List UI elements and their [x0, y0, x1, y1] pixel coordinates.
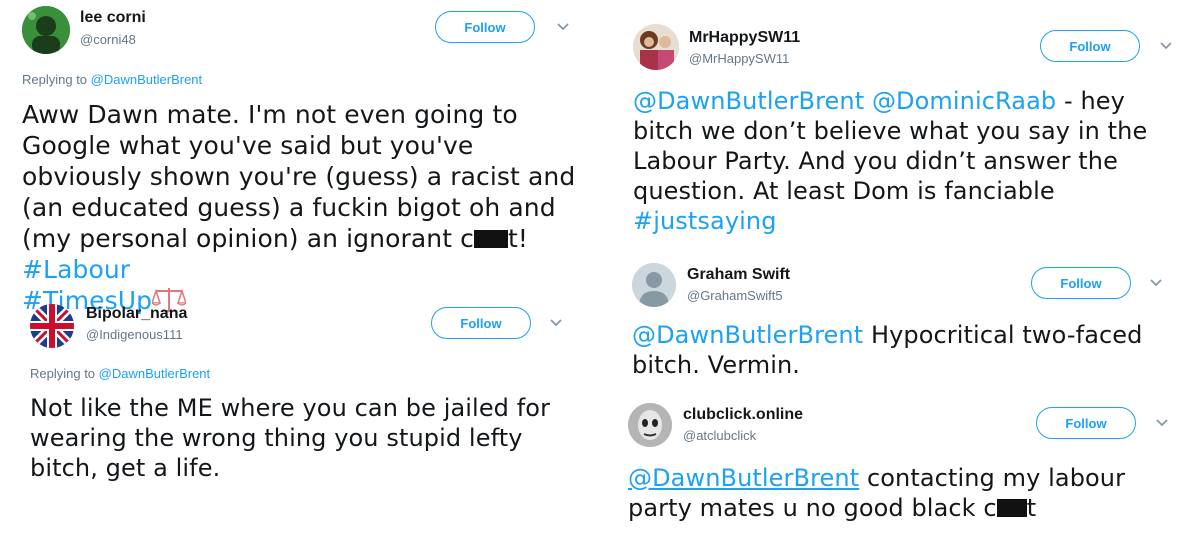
- avatar[interactable]: [30, 304, 74, 348]
- display-name[interactable]: MrHappySW11: [689, 29, 800, 47]
- mention-link[interactable]: @DawnButlerBrent: [632, 321, 863, 349]
- hashtag-link[interactable]: #justsaying: [633, 207, 777, 235]
- mention-link[interactable]: @DominicRaab: [872, 87, 1056, 115]
- tweet-text: @DawnButlerBrent @DominicRaab - hey bitc…: [633, 86, 1163, 236]
- user-handle[interactable]: @MrHappySW11: [689, 51, 789, 66]
- replying-to: Replying to @DawnButlerBrent: [30, 366, 210, 381]
- replying-prefix: Replying to: [30, 366, 96, 381]
- replying-mention-link[interactable]: @DawnButlerBrent: [91, 72, 202, 87]
- mention-link[interactable]: @DawnButlerBrent: [628, 464, 859, 492]
- display-name[interactable]: clubclick.online: [683, 406, 803, 424]
- display-name[interactable]: Bipolar_nana: [86, 305, 187, 323]
- tweet-text-part2: t: [1026, 494, 1037, 522]
- user-handle[interactable]: @atclubclick: [683, 428, 756, 443]
- replying-mention-link[interactable]: @DawnButlerBrent: [99, 366, 210, 381]
- follow-button[interactable]: Follow: [1040, 30, 1140, 62]
- tweet-text: Aww Dawn mate. I'm not even going to Goo…: [22, 99, 582, 316]
- avatar[interactable]: [632, 263, 676, 307]
- user-handle[interactable]: @corni48: [80, 32, 136, 47]
- avatar-image: [22, 6, 70, 54]
- tweet-text: @DawnButlerBrent contacting my labour pa…: [628, 463, 1158, 523]
- chevron-down-icon[interactable]: [549, 318, 563, 328]
- avatar-image: [628, 403, 672, 447]
- tweet-text: Not like the ME where you can be jailed …: [30, 394, 551, 482]
- replying-prefix: Replying to: [22, 72, 88, 87]
- chevron-down-icon[interactable]: [1159, 41, 1173, 51]
- chevron-down-icon[interactable]: [1149, 278, 1163, 288]
- avatar[interactable]: [633, 24, 679, 70]
- chevron-down-icon[interactable]: [556, 22, 570, 32]
- follow-button[interactable]: Follow: [1036, 407, 1136, 439]
- replying-to: Replying to @DawnButlerBrent: [22, 72, 202, 87]
- union-jack-avatar: [30, 304, 74, 348]
- follow-button[interactable]: Follow: [431, 307, 531, 339]
- mention-link[interactable]: @DawnButlerBrent: [633, 87, 864, 115]
- user-handle[interactable]: @Indigenous111: [86, 327, 183, 342]
- follow-button[interactable]: Follow: [1031, 267, 1131, 299]
- redaction-bar: [996, 499, 1027, 517]
- avatar[interactable]: [628, 403, 672, 447]
- tweet-text: @DawnButlerBrent Hypocritical two-faced …: [632, 320, 1162, 380]
- display-name[interactable]: lee corni: [80, 9, 146, 27]
- display-name[interactable]: Graham Swift: [687, 266, 790, 284]
- follow-button[interactable]: Follow: [435, 11, 535, 43]
- default-profile-icon: [632, 263, 676, 307]
- user-handle[interactable]: @GrahamSwift5: [687, 288, 783, 303]
- hashtag-link[interactable]: #Labour: [22, 255, 130, 284]
- redaction-bar: [474, 230, 508, 248]
- avatar-image: [633, 24, 679, 70]
- chevron-down-icon[interactable]: [1155, 418, 1169, 428]
- tweet-text-part2: t!: [508, 224, 529, 253]
- avatar[interactable]: [22, 6, 70, 54]
